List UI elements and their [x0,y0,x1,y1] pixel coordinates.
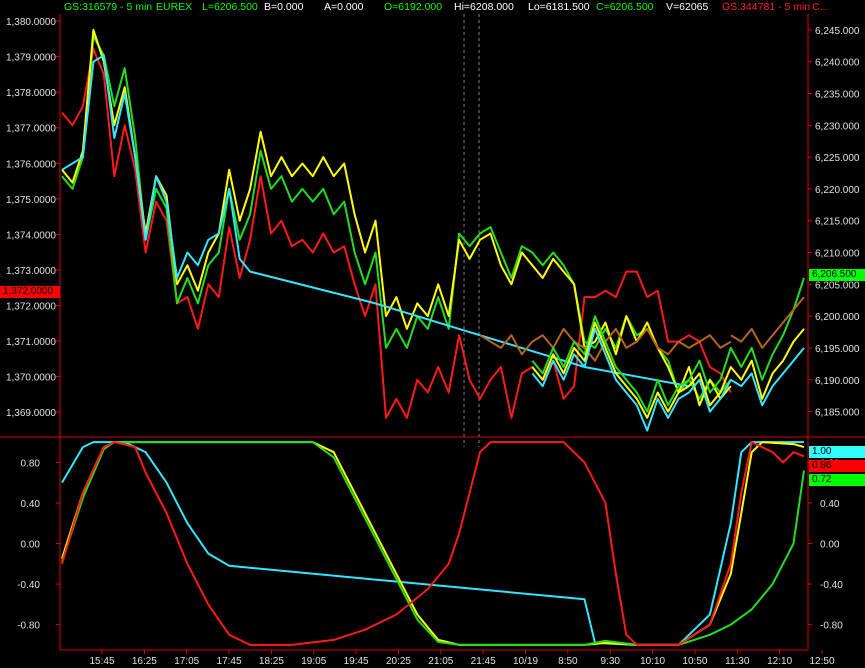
price-line-session2-brown [730,296,805,349]
osc-right-tick-label: 0.40 [820,499,840,510]
left-tick-label: 1,375.0000 [6,195,56,206]
price-line-session2-green [531,277,805,413]
x-tick-label: 19:45 [344,656,369,667]
header-field: C... [812,1,829,13]
left-tick-label: 1,372.0000 [6,301,56,312]
left-tick-label: 1,373.0000 [6,266,56,277]
header-field: B=0.000 [264,1,304,13]
right-tick-label: 6,220.000 [815,185,860,196]
osc-left-tick-label: -0.80 [17,621,40,632]
left-tick-label: 1,374.0000 [6,230,56,241]
chart-canvas: 1,380.0000 1,379.0000 1,378.0000 1,377.0000… [0,14,865,667]
x-tick-label: 19:05 [301,656,326,667]
axes-layer: 1,380.0000 1,379.0000 1,378.0000 1,377.0000… [0,14,865,667]
x-tick-label: 17:45 [217,656,242,667]
right-tick-label: 6,230.000 [815,121,860,132]
x-tick-label: 15:45 [89,656,114,667]
header-field: Hi=6208.000 [454,1,514,13]
osc-line-cyan [61,441,804,646]
right-tick-label: 6,225.000 [815,153,860,164]
x-tick-label: 21:05 [428,656,453,667]
price-panel [61,28,805,432]
x-tick-label: 10/19 [513,656,538,667]
osc-line-green [61,441,805,646]
x-tick-label: 10:10 [640,656,665,667]
header-field: O=6192.000 [384,1,443,13]
header-field: EUREX [156,1,193,13]
left-price-badge: 1,372.0000 [0,286,60,298]
header-field: C=6206.500 [596,1,654,13]
right-tick-label: 6,215.000 [815,217,860,228]
left-tick-label: 1,377.0000 [6,124,56,135]
right-tick-label: 6,210.000 [815,249,860,260]
osc-left-tick-label: 0.40 [21,499,41,510]
oscillator-value-badge: 1.00 [809,446,865,458]
osc-right-tick-label: -0.80 [820,621,843,632]
x-tick-label: 18:25 [259,656,284,667]
x-tick-label: 20:25 [386,656,411,667]
osc-right-tick-label: -0.40 [820,580,843,591]
oscillator-panel [61,441,805,646]
x-tick-label: 8:50 [558,656,578,667]
oscillator-value-badge: 0.86 [809,460,865,472]
x-tick-label: 12:50 [809,656,834,667]
right-tick-label: 6,195.000 [815,344,860,355]
x-tick-label: 12:10 [767,656,792,667]
x-tick-label: 10:50 [682,656,707,667]
right-tick-label: 6,235.000 [815,90,860,101]
osc-left-tick-label: 0.00 [21,540,41,551]
header-field: V=62065 [666,1,709,13]
osc-left-tick-label: 0.80 [21,458,41,469]
left-tick-label: 1,369.0000 [6,408,56,419]
header-field: GS:344781 - 5 min [722,1,811,13]
osc-right-tick-label: 0.00 [820,540,840,551]
left-tick-label: 1,379.0000 [6,53,56,64]
header-field: A=0.000 [324,1,364,13]
left-tick-label: 1,370.0000 [6,373,56,384]
right-tick-label: 6,200.000 [815,312,860,323]
osc-left-tick-label: -0.40 [17,580,40,591]
right-tick-label: 6,185.000 [815,408,860,419]
x-tick-label: 16:25 [132,656,157,667]
right-tick-label: 6,240.000 [815,58,860,69]
osc-line-yellow [61,441,805,646]
header-field: Lo=6181.500 [528,1,590,13]
x-tick-label: 9:30 [601,656,621,667]
left-tick-label: 1,378.0000 [6,88,56,99]
right-price-badge: 6,206.500 [809,269,865,281]
right-tick-label: 6,245.000 [815,26,860,37]
osc-line-red [61,441,805,646]
left-tick-label: 1,380.0000 [6,17,56,28]
left-tick-label: 1,371.0000 [6,337,56,348]
oscillator-value-badge: 0.72 [809,474,865,486]
x-tick-label: 17:05 [174,656,199,667]
header-field: L=6206.500 [202,1,258,13]
price-line-red [61,48,732,419]
header-field: GS:316579 - 5 min [64,1,153,13]
price-line-yellow [61,28,732,407]
left-tick-label: 1,376.0000 [6,159,56,170]
right-tick-label: 6,205.000 [815,280,860,291]
x-tick-label: 21:45 [471,656,496,667]
x-tick-label: 11:30 [725,656,750,667]
right-tick-label: 6,190.000 [815,376,860,387]
